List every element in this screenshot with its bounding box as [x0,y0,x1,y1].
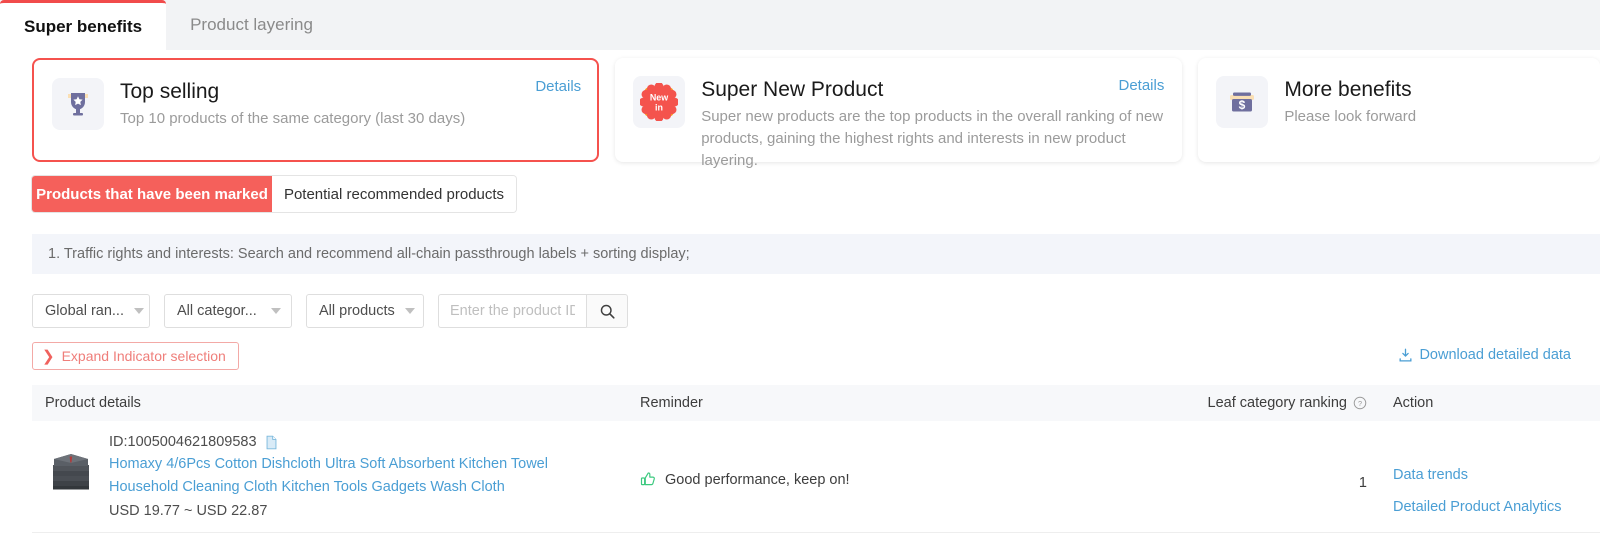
question-circle-icon[interactable]: ? [1353,396,1367,410]
product-price-range: USD 19.77 ~ USD 22.87 [109,502,268,519]
product-id-label: ID:1005004621809583 [109,434,257,450]
product-title-link[interactable]: Homaxy 4/6Pcs Cotton Dishcloth Ultra Sof… [109,453,617,500]
benefit-card-body: Super New Product Super new products are… [701,76,1166,172]
product-set-value: All products [319,303,395,319]
money-box-dollar-icon: $ [1216,76,1269,128]
column-header-product-details: Product details [45,395,141,411]
benefit-card-title: More benefits [1284,78,1412,101]
download-icon [1399,348,1412,361]
segmented-group: Products that have been marked Potential… [32,176,516,212]
product-id-search-group [438,294,628,328]
segment-products-marked[interactable]: Products that have been marked [32,176,272,212]
search-button[interactable] [586,294,628,328]
svg-text:?: ? [1358,399,1362,408]
thumbs-up-icon [640,472,655,486]
benefit-card-more-benefits[interactable]: $ More benefits Please look forward [1198,58,1600,162]
ranking-scope-select[interactable]: Global ran... [32,294,150,328]
svg-text:New: New [650,92,668,102]
table-header-row: Product details Reminder Leaf category r… [32,385,1600,421]
filter-row: Global ran... All categor... All product… [32,294,628,328]
product-scope-segmented-control: Products that have been marked Potential… [32,176,516,212]
benefit-card-body: More benefits Please look forward [1284,76,1584,128]
trophy-star-icon [52,78,104,130]
svg-text:in: in [655,103,663,113]
reminder-text: Good performance, keep on! [665,471,850,488]
benefit-card-desc: Super new products are the top products … [701,108,1164,169]
search-input[interactable] [438,294,586,328]
product-info: ID:1005004621809583 Homaxy 4/6Pcs Cotton… [109,434,640,519]
column-header-leaf-category-ranking: Leaf category ranking ? [1200,395,1372,411]
benefit-card-desc: Top 10 products of the same category (la… [120,110,466,128]
expand-indicator-selection-button[interactable]: ❯ Expand Indicator selection [32,342,239,370]
category-select[interactable]: All categor... [164,294,292,328]
download-detailed-data-link[interactable]: Download detailed data [1398,347,1571,363]
benefit-card-top-selling[interactable]: Top selling Top 10 products of the same … [32,58,600,162]
segment-products-marked-label: Products that have been marked [36,185,268,203]
copy-icon[interactable] [265,435,278,450]
leaf-category-ranking-cell: 1 [1358,475,1367,491]
new-in-badge-icon: New in [633,76,686,128]
benefit-card-title: Top selling [120,80,220,103]
tab-product-layering-label: Product layering [190,15,313,34]
download-detailed-data-label: Download detailed data [1419,347,1571,363]
chevron-down-icon [404,308,415,314]
product-id: ID:1005004621809583 [109,434,640,450]
top-selling-details-link[interactable]: Details [535,78,581,95]
tab-bar: Super benefits Product layering [0,0,1600,50]
category-value: All categor... [177,303,257,319]
products-table: Product details Reminder Leaf category r… [32,385,1600,533]
action-cell: Data trends Detailed Product Analytics [1372,434,1592,531]
product-details-cell: ID:1005004621809583 Homaxy 4/6Pcs Cotton… [32,434,640,519]
benefit-card-desc: Please look forward [1284,108,1417,126]
segment-potential-recommended[interactable]: Potential recommended products [272,176,516,212]
column-header-reminder: Reminder [640,395,703,411]
data-trends-link[interactable]: Data trends [1393,467,1592,483]
svg-text:$: $ [1239,98,1246,112]
chevron-right-icon: ❯ [42,347,55,365]
traffic-rights-banner-text: 1. Traffic rights and interests: Search … [48,246,690,262]
traffic-rights-banner: 1. Traffic rights and interests: Search … [32,234,1600,274]
tab-bar-filler [336,0,1600,50]
detailed-product-analytics-link[interactable]: Detailed Product Analytics [1393,499,1592,515]
product-thumbnail[interactable] [45,446,97,498]
search-icon [600,304,615,319]
chevron-down-icon [271,308,281,314]
segment-potential-recommended-label: Potential recommended products [283,185,505,203]
ranking-scope-value: Global ran... [45,303,124,319]
super-new-product-details-link[interactable]: Details [1118,77,1164,94]
column-header-leaf-category-ranking-label: Leaf category ranking [1207,395,1347,411]
product-set-select[interactable]: All products [306,294,424,328]
column-header-action: Action [1393,395,1434,411]
benefit-cards: Top selling Top 10 products of the same … [0,58,1600,169]
reminder-cell: Good performance, keep on! [640,434,1200,488]
table-row: ID:1005004621809583 Homaxy 4/6Pcs Cotton… [32,421,1600,533]
benefit-card-super-new-product[interactable]: New in Super New Product Super new produ… [615,58,1183,169]
chevron-down-icon [134,308,144,314]
tab-super-benefits[interactable]: Super benefits [0,0,167,50]
tab-super-benefits-label: Super benefits [24,16,143,36]
benefit-card-title: Super New Product [701,78,884,101]
tab-product-layering[interactable]: Product layering [166,0,337,50]
expand-indicator-selection-label: Expand Indicator selection [61,348,226,364]
benefit-card-body: Top selling Top 10 products of the same … [120,78,581,130]
